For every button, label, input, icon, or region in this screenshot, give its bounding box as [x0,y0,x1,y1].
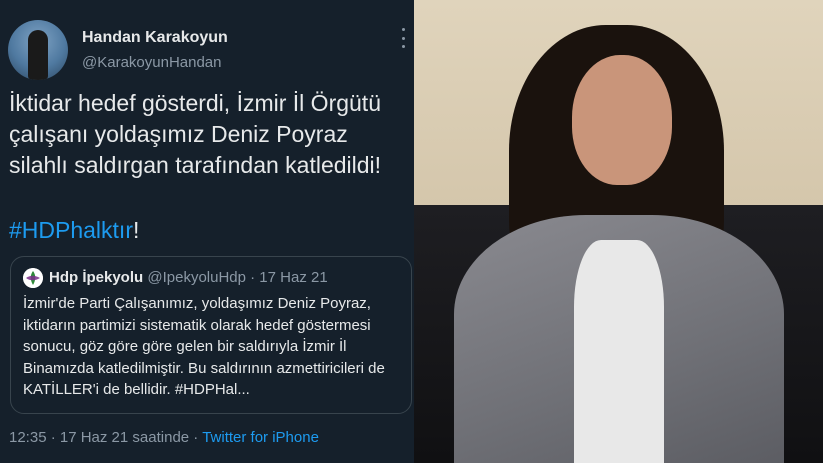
hashtag-suffix: ! [132,217,140,243]
photo-shirt [574,240,664,463]
quoted-handle-date: @IpekyoluHdp · 17 Haz 21 [147,269,328,286]
author-avatar[interactable] [8,20,68,80]
quoted-tweet[interactable]: Hdp İpekyolu @IpekyoluHdp · 17 Haz 21 İz… [10,256,412,414]
author-handle[interactable]: @KarakoyunHandan [82,54,221,71]
portrait-photo [414,0,823,463]
more-vertical-icon[interactable] [400,28,406,48]
tweet-timestamp[interactable]: 12:35 · 17 Haz 21 saatinde · [9,429,202,446]
tweet-card: Handan Karakoyun @KarakoyunHandan İktida… [0,0,414,463]
tweet-hashtag-line: #HDPhalktır! [9,217,139,244]
quoted-header: Hdp İpekyolu @IpekyoluHdp · 17 Haz 21 [49,269,328,286]
quoted-author-name[interactable]: Hdp İpekyolu [49,269,143,286]
hdp-logo-icon [23,268,43,288]
avatar-figure [28,30,48,80]
author-name[interactable]: Handan Karakoyun [82,29,228,47]
tweet-source-link[interactable]: Twitter for iPhone [202,429,319,446]
photo-face [572,55,672,185]
quoted-text: İzmir'de Parti Çalışanımız, yoldaşımız D… [23,295,385,398]
tweet-text: İktidar hedef gösterdi, İzmir İl Örgütü … [9,90,382,178]
hashtag-link[interactable]: #HDPhalktır [9,217,133,243]
tweet-footer: 12:35 · 17 Haz 21 saatinde · Twitter for… [9,429,319,446]
